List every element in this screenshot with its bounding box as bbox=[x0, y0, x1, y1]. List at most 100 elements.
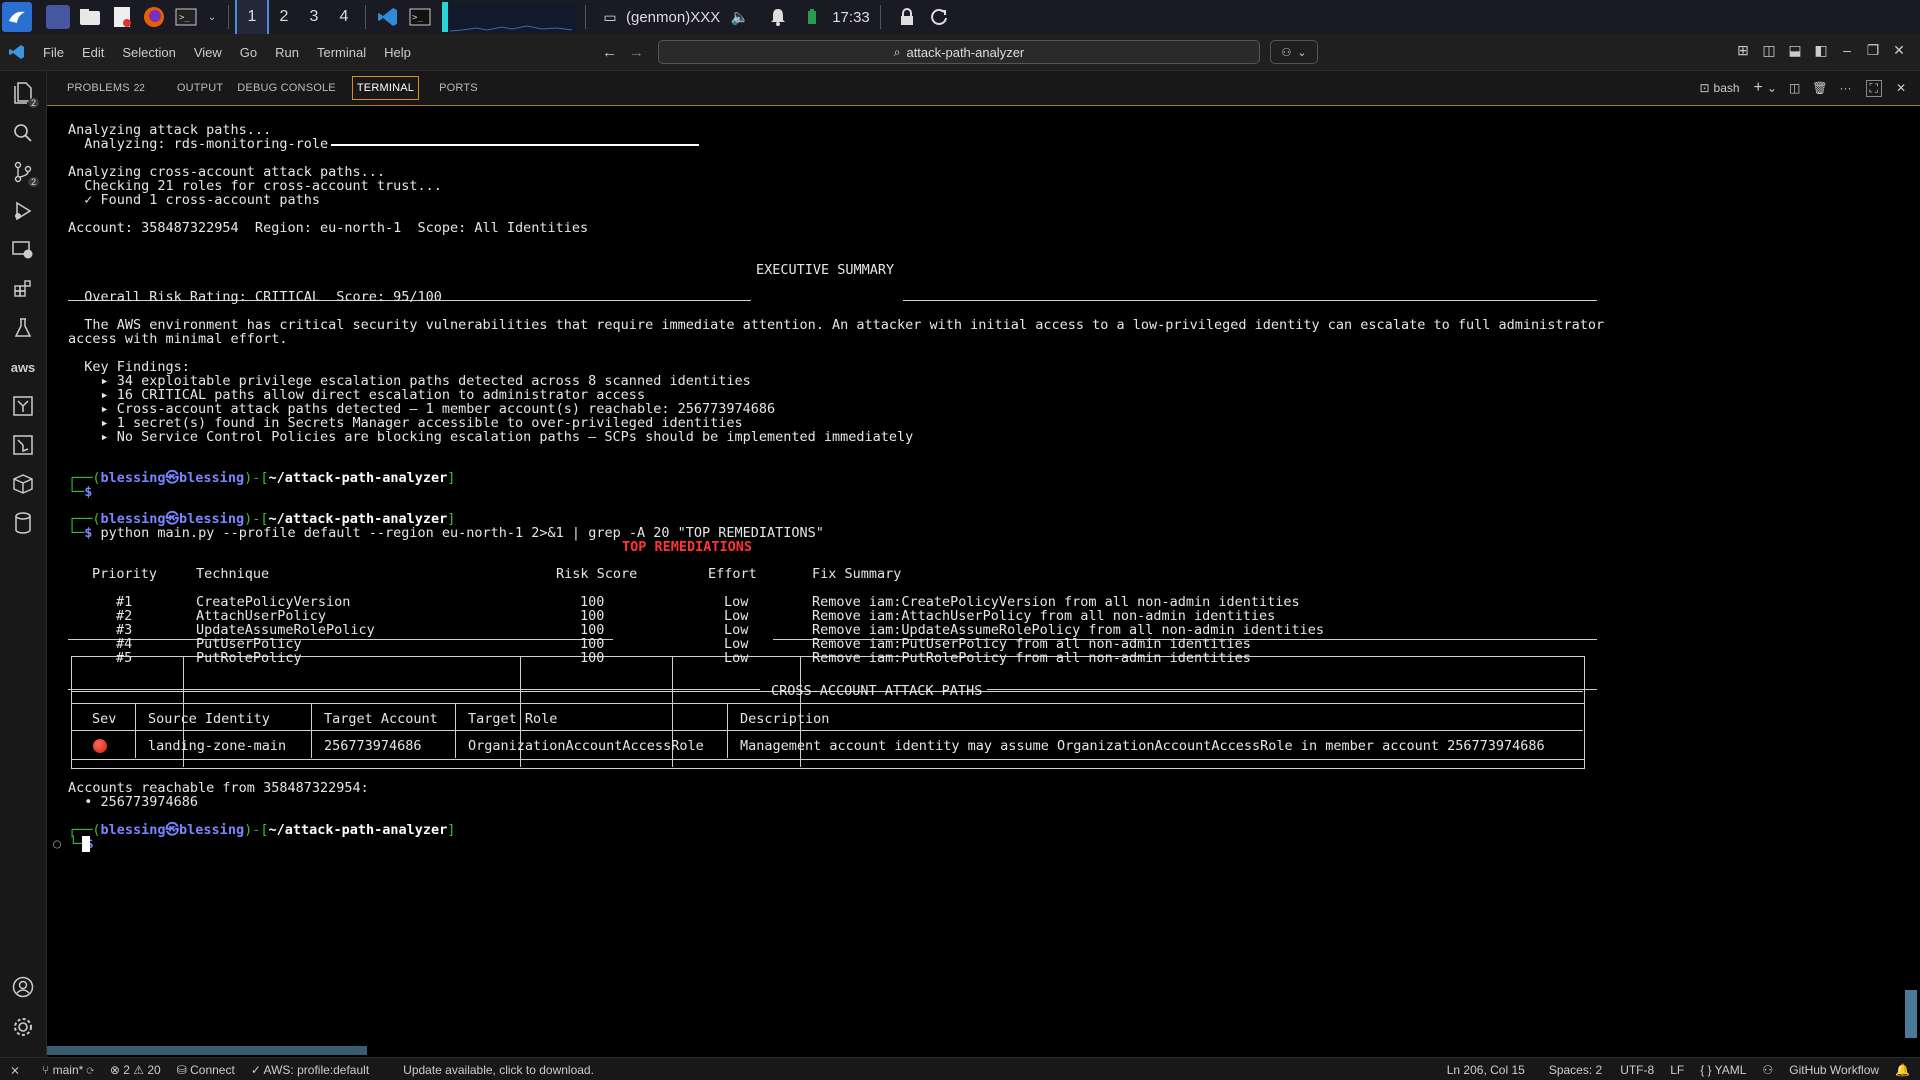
toggle-secondary-sidebar-icon[interactable]: ◧ bbox=[1808, 42, 1834, 59]
menu-view[interactable]: View bbox=[185, 45, 231, 60]
terminal-launcher-icon[interactable]: >_ bbox=[174, 5, 198, 29]
minimize-icon[interactable]: – bbox=[1834, 42, 1860, 59]
cursor-position[interactable]: Ln 206, Col 15 bbox=[1447, 1063, 1525, 1077]
tab-ports[interactable]: PORTS bbox=[439, 82, 478, 94]
file-manager-icon[interactable] bbox=[78, 5, 102, 29]
end-of-line[interactable]: LF bbox=[1670, 1063, 1684, 1077]
svg-text:>_: >_ bbox=[179, 13, 190, 23]
toggle-panel-icon[interactable]: ⬓ bbox=[1782, 42, 1808, 59]
lock-icon[interactable] bbox=[895, 5, 919, 29]
source-control-icon[interactable]: 2 bbox=[11, 160, 39, 187]
command-center-search[interactable]: ⌕ attack-path-analyzer bbox=[658, 40, 1260, 64]
tab-problems[interactable]: PROBLEMS bbox=[67, 82, 130, 94]
more-actions-icon[interactable]: ··· bbox=[1840, 81, 1852, 95]
workspace-2[interactable]: 2 bbox=[269, 0, 299, 34]
forward-arrow-icon[interactable]: → bbox=[629, 44, 644, 61]
summary-text: access with minimal effort. bbox=[68, 331, 288, 347]
connect-label: Connect bbox=[190, 1062, 235, 1077]
notifications-bell-icon[interactable]: 🔔 bbox=[1895, 1063, 1910, 1077]
chevron-down-icon: ⌄ bbox=[1297, 46, 1307, 59]
firefox-icon[interactable] bbox=[142, 5, 166, 29]
col-header-target-account: Target Account bbox=[324, 711, 438, 727]
text-editor-icon[interactable] bbox=[110, 5, 134, 29]
close-panel-icon[interactable]: ✕ bbox=[1896, 81, 1906, 95]
cell-target-role: OrganizationAccountAccessRole bbox=[468, 738, 704, 754]
workspace-1[interactable]: 1 bbox=[235, 0, 269, 34]
testing-flask-icon[interactable] bbox=[11, 316, 35, 340]
table-divider bbox=[135, 703, 136, 758]
aws-explorer-icon[interactable] bbox=[11, 433, 35, 457]
terminal-shell-label[interactable]: bash bbox=[1714, 81, 1740, 95]
chevron-down-icon[interactable]: ⌄ bbox=[1767, 81, 1777, 95]
indentation[interactable]: Spaces: 2 bbox=[1549, 1063, 1602, 1077]
language-mode[interactable]: { } YAML bbox=[1700, 1063, 1746, 1077]
customize-layout-icon[interactable]: ⊞ bbox=[1730, 42, 1756, 59]
aws-icon[interactable]: aws bbox=[11, 355, 36, 379]
prompt-at: ㉿ bbox=[165, 470, 180, 486]
menu-selection[interactable]: Selection bbox=[113, 45, 184, 60]
workspace-4[interactable]: 4 bbox=[329, 0, 359, 34]
table-divider bbox=[727, 703, 728, 758]
terminal-vertical-scrollbar[interactable] bbox=[1905, 990, 1917, 1038]
search-icon[interactable] bbox=[11, 121, 35, 145]
terminal-line: Account: 358487322954 Region: eu-north-1… bbox=[68, 220, 589, 236]
prompt-marker: └─$ bbox=[68, 484, 93, 500]
containers-icon[interactable] bbox=[11, 472, 35, 496]
col-header-priority: Priority bbox=[92, 566, 158, 582]
col-header-description: Description bbox=[740, 711, 830, 727]
kill-terminal-trash-icon[interactable]: 🗑 bbox=[1812, 81, 1827, 95]
terminal-horizontal-scrollbar[interactable] bbox=[47, 1046, 367, 1055]
tab-debug-console[interactable]: DEBUG CONSOLE bbox=[237, 82, 336, 94]
menu-edit[interactable]: Edit bbox=[73, 45, 113, 60]
search-icon: ⌕ bbox=[893, 44, 901, 59]
menu-help[interactable]: Help bbox=[375, 45, 420, 60]
tab-output[interactable]: OUTPUT bbox=[177, 82, 223, 94]
connect-item[interactable]: ⛁ Connect bbox=[177, 1063, 235, 1077]
titlebar: File Edit Selection View Go Run Terminal… bbox=[0, 34, 1920, 71]
monitor-icon: ▭ bbox=[603, 8, 617, 25]
split-terminal-icon[interactable]: ◫ bbox=[1789, 81, 1800, 95]
menu-terminal[interactable]: Terminal bbox=[308, 45, 375, 60]
volume-icon[interactable]: 🔈 bbox=[728, 5, 752, 29]
back-arrow-icon[interactable]: ← bbox=[602, 44, 617, 61]
encoding[interactable]: UTF-8 bbox=[1620, 1063, 1654, 1077]
aws-toolkit-icon[interactable] bbox=[11, 394, 35, 418]
prompt-user: blessing bbox=[100, 470, 166, 486]
app-menu-icon[interactable] bbox=[2, 2, 32, 32]
close-window-icon[interactable]: ✕ bbox=[1886, 42, 1912, 59]
chevron-down-icon[interactable]: ⌄ bbox=[206, 5, 218, 29]
remote-indicator-icon[interactable]: ⨯ bbox=[10, 1063, 20, 1077]
problems-item[interactable]: ⊗ 2 ⚠ 20 bbox=[110, 1063, 161, 1077]
menu-file[interactable]: File bbox=[34, 45, 73, 60]
restore-icon[interactable]: ❐ bbox=[1860, 42, 1886, 59]
new-terminal-icon[interactable]: + bbox=[1754, 79, 1763, 97]
notification-bell-icon[interactable] bbox=[766, 5, 790, 29]
database-icon[interactable] bbox=[11, 511, 35, 535]
branch-item[interactable]: ⑂ main* ⟳ bbox=[42, 1063, 94, 1077]
warning-icon: ⚠ bbox=[133, 1062, 148, 1077]
extensions-icon[interactable] bbox=[11, 277, 35, 301]
desktop-icon[interactable] bbox=[46, 5, 70, 29]
cell-effort: Low bbox=[724, 650, 749, 666]
tab-terminal[interactable]: TERMINAL bbox=[351, 76, 420, 100]
cell-source-identity: landing-zone-main bbox=[148, 738, 287, 754]
terminal-window-icon[interactable]: >_ bbox=[408, 5, 432, 29]
terminal-view[interactable]: Analyzing attack paths... Analyzing: rds… bbox=[47, 106, 1907, 1041]
copilot-status-icon[interactable]: ⚇ bbox=[1762, 1063, 1773, 1077]
menu-go[interactable]: Go bbox=[231, 45, 266, 60]
menu-run[interactable]: Run bbox=[266, 45, 308, 60]
run-debug-icon[interactable] bbox=[11, 199, 35, 223]
restart-icon[interactable] bbox=[927, 5, 951, 29]
copilot-button[interactable]: ⚇ ⌄ bbox=[1270, 40, 1318, 64]
remote-explorer-icon[interactable] bbox=[11, 238, 35, 262]
workspace-3[interactable]: 3 bbox=[299, 0, 329, 34]
update-available[interactable]: Update available, click to download. bbox=[403, 1063, 594, 1077]
vscode-window-icon[interactable] bbox=[376, 5, 400, 29]
aws-profile-item[interactable]: ✓ AWS: profile:default bbox=[251, 1063, 369, 1077]
explorer-icon[interactable]: 2 bbox=[11, 81, 39, 108]
workflow-label[interactable]: GitHub Workflow bbox=[1789, 1063, 1879, 1077]
settings-gear-icon[interactable] bbox=[11, 1015, 35, 1039]
toggle-sidebar-icon[interactable]: ◫ bbox=[1756, 42, 1782, 59]
account-icon[interactable] bbox=[11, 975, 35, 999]
maximize-panel-icon[interactable]: ⛶ bbox=[1865, 79, 1882, 97]
